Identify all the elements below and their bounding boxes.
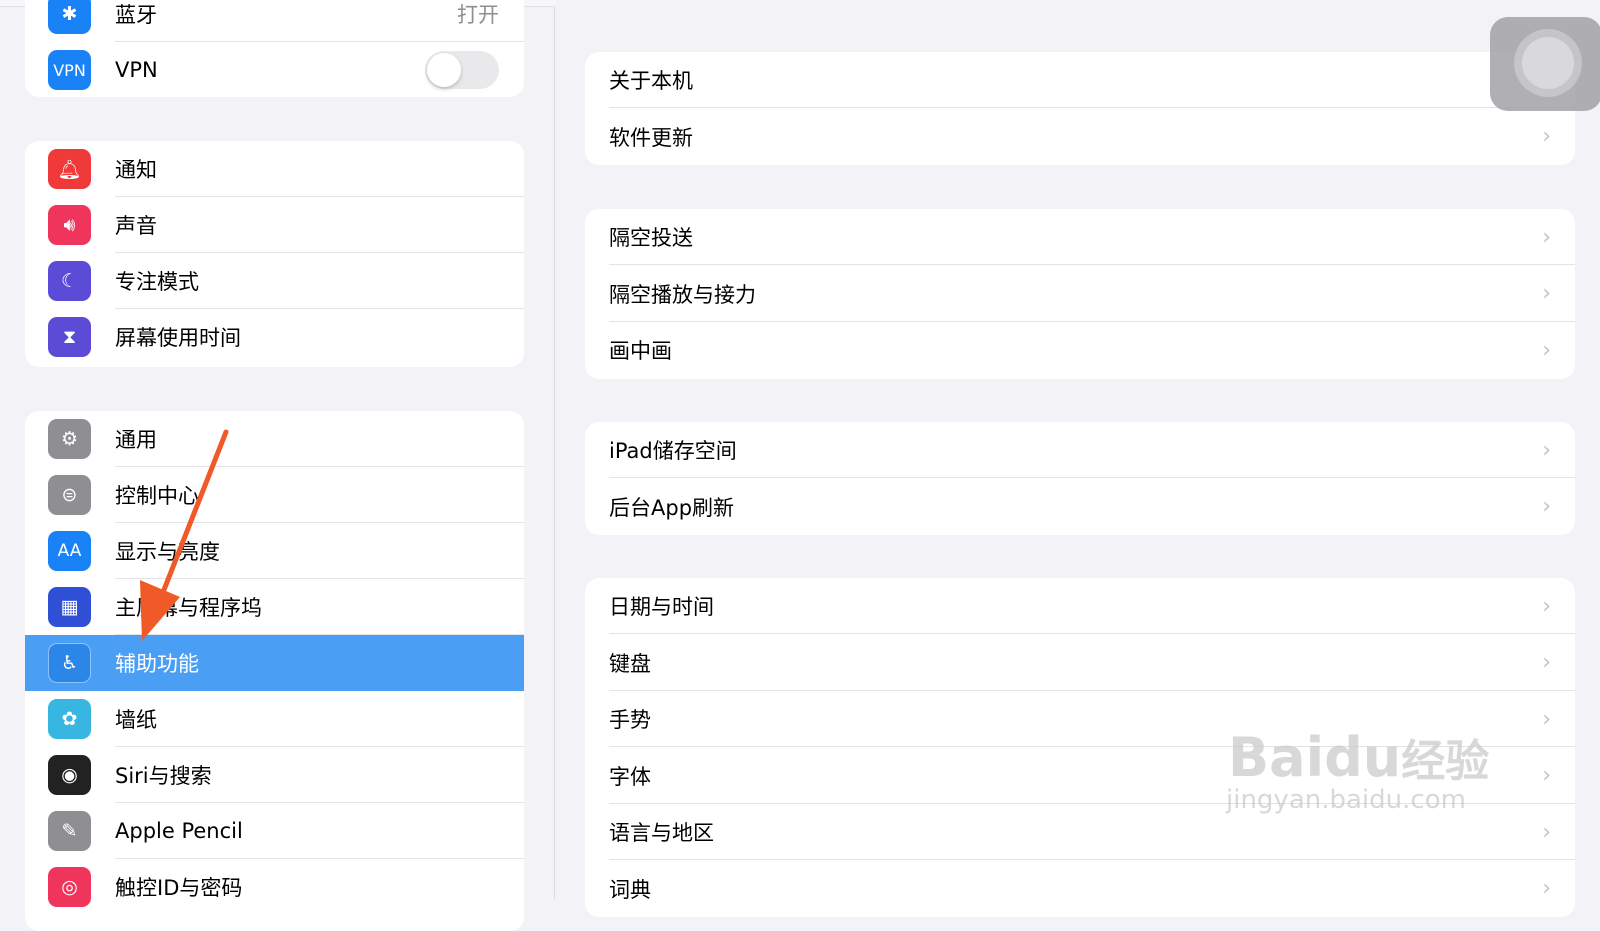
chevron-right-icon: › — [1542, 281, 1551, 306]
settings-row-label: 词典 — [609, 877, 651, 902]
settings-row[interactable]: 关于本机› — [585, 52, 1575, 108]
settings-sidebar: ✱ 蓝牙 打开 VPN VPN 🔔︎ 通知 🔊︎ 声音 ☾ 专注模式 ⧗ 屏幕使用时间 ⚙ 通用… — [0, 0, 555, 931]
baidu-watermark: Baidu经验 jingyan.baidu.com — [1226, 726, 1490, 815]
settings-row-label: iPad储存空间 — [609, 439, 737, 463]
chevron-right-icon: › — [1542, 706, 1551, 732]
settings-row[interactable]: 词典 › — [585, 861, 1575, 917]
chevron-right-icon: › — [1542, 337, 1551, 363]
annotation-arrow — [140, 429, 229, 641]
chevron-right-icon: › — [1542, 124, 1551, 149]
settings-row[interactable]: 隔空播放与接力 › — [585, 266, 1575, 322]
settings-row-label: 字体 — [609, 764, 651, 789]
settings-group: iPad储存空间 › 后台App刷新 › — [585, 422, 1575, 535]
chevron-right-icon: › — [1542, 224, 1551, 250]
settings-row-label: 键盘 — [609, 651, 651, 676]
settings-row-label: 软件更新 — [609, 125, 693, 150]
settings-row[interactable]: 隔空投送 › — [585, 209, 1575, 265]
settings-row[interactable]: 软件更新 › — [585, 109, 1575, 165]
chevron-right-icon: › — [1542, 763, 1551, 788]
chevron-right-icon: › — [1542, 650, 1551, 675]
chevron-right-icon: › — [1542, 437, 1551, 463]
settings-row[interactable]: 后台App刷新 › — [585, 479, 1575, 535]
settings-row-label: 隔空投送 — [609, 226, 693, 250]
chevron-right-icon: › — [1542, 494, 1551, 519]
settings-row[interactable]: 日期与时间 › — [585, 578, 1575, 634]
settings-row-label: 画中画 — [609, 339, 672, 363]
settings-row-label: 关于本机 — [609, 69, 693, 93]
settings-row-label: 后台App刷新 — [609, 495, 735, 520]
settings-row-label: 手势 — [609, 708, 651, 732]
chevron-right-icon: › — [1542, 876, 1551, 901]
settings-row-label: 日期与时间 — [609, 595, 714, 619]
settings-group: 隔空投送 › 隔空播放与接力 › 画中画 › — [585, 209, 1575, 379]
settings-row-label: 隔空播放与接力 — [609, 282, 756, 307]
settings-row[interactable]: iPad储存空间 › — [585, 422, 1575, 478]
assistive-touch-button[interactable] — [1490, 17, 1600, 111]
chevron-right-icon: › — [1542, 819, 1551, 845]
chevron-right-icon: › — [1542, 593, 1551, 619]
settings-group: 关于本机› 软件更新 › — [585, 52, 1575, 165]
settings-row[interactable]: 画中画 › — [585, 322, 1575, 378]
settings-row-label: 语言与地区 — [609, 821, 714, 845]
settings-row[interactable]: 键盘 › — [585, 635, 1575, 691]
